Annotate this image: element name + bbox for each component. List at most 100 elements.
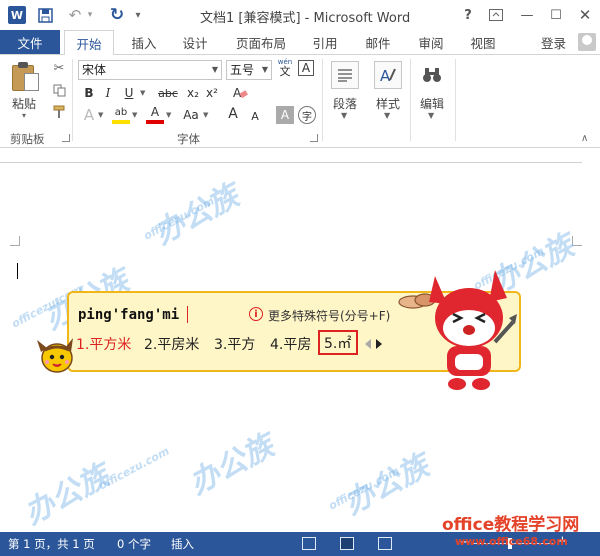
paragraph-button[interactable]: 段落 ▼: [325, 57, 365, 127]
tab-references[interactable]: 引用: [311, 30, 339, 54]
print-layout-icon[interactable]: [340, 537, 354, 550]
chevron-down-icon[interactable]: ▼: [262, 61, 268, 79]
copy-icon[interactable]: [50, 81, 68, 99]
underline-button[interactable]: U: [120, 84, 138, 102]
clipboard-launcher-icon[interactable]: [62, 134, 70, 142]
paragraph-label: 段落: [332, 97, 357, 111]
font-group-label: 字体: [177, 132, 200, 146]
close-button[interactable]: ✕: [574, 4, 596, 26]
avatar[interactable]: [578, 33, 596, 51]
window-title: 文档1 [兼容模式] - Microsoft Word: [200, 11, 411, 26]
chevron-down-icon[interactable]: ▼: [428, 111, 434, 120]
font-name-combo[interactable]: 宋体 ▼: [78, 60, 222, 80]
chevron-down-icon[interactable]: ▼: [140, 89, 145, 97]
change-case-button[interactable]: Aa: [180, 106, 202, 124]
group-divider: [72, 59, 73, 141]
highlight-button[interactable]: ab: [112, 104, 130, 124]
undo-icon[interactable]: ↶: [66, 6, 84, 24]
phonetic-guide-button[interactable]: wén 文: [276, 58, 294, 78]
clipboard-group-label: 剪贴板: [10, 132, 45, 146]
margin-corner-mark: [572, 236, 582, 246]
customize-quick-access-icon[interactable]: ▾: [132, 6, 144, 24]
redo-icon[interactable]: ↻: [108, 5, 126, 25]
format-painter-icon[interactable]: [50, 103, 68, 121]
login-link[interactable]: 登录: [541, 33, 566, 52]
text-caret: [17, 263, 18, 279]
minimize-button[interactable]: —: [516, 4, 538, 26]
web-layout-icon[interactable]: [378, 537, 392, 550]
title-bar: W ↶ ▾ ↻ ▾ 文档1 [兼容模式] - Microsoft Word ? …: [0, 0, 600, 30]
info-icon: i: [249, 307, 263, 321]
shrink-font-button[interactable]: A: [246, 107, 264, 125]
strikethrough-button[interactable]: abc: [156, 84, 180, 102]
ribbon-home: 粘贴 ▾ ✂ 剪贴板 宋体 ▼ 五号 ▼ wén 文 A B I U ▼ abc…: [0, 54, 600, 148]
enclose-characters-button[interactable]: 字: [298, 106, 316, 124]
bold-button[interactable]: B: [80, 84, 98, 102]
ime-prev-page-icon[interactable]: [365, 339, 371, 349]
tab-design[interactable]: 设计: [181, 30, 209, 54]
font-color-button[interactable]: A: [146, 104, 164, 124]
collapse-ribbon-icon[interactable]: ∧: [581, 133, 588, 144]
chevron-down-icon[interactable]: ▼: [203, 111, 208, 119]
clear-formatting-icon[interactable]: A: [231, 84, 249, 102]
ime-candidate-5[interactable]: 5.㎡: [318, 330, 358, 355]
tab-mailings[interactable]: 邮件: [364, 30, 392, 54]
ime-special-symbol-hint[interactable]: 更多特殊符号(分号+F): [268, 307, 390, 324]
ime-pinyin-input: ping'fang'mi: [78, 307, 180, 323]
chevron-down-icon[interactable]: ▼: [132, 111, 137, 119]
font-size-value: 五号: [230, 63, 255, 77]
tab-review[interactable]: 审阅: [417, 30, 445, 54]
font-name-value: 宋体: [82, 63, 107, 77]
paste-dropdown-icon[interactable]: ▾: [22, 111, 26, 120]
text-effects-button[interactable]: A: [80, 106, 98, 124]
paste-icon[interactable]: [12, 61, 40, 93]
chevron-down-icon[interactable]: ▼: [98, 111, 103, 119]
chevron-down-icon[interactable]: ▼: [384, 111, 390, 120]
tab-file[interactable]: 文件: [0, 30, 60, 54]
italic-button[interactable]: I: [99, 84, 117, 102]
ime-next-page-icon[interactable]: [376, 339, 382, 349]
chevron-down-icon[interactable]: ▼: [341, 111, 347, 120]
save-icon[interactable]: [36, 6, 54, 24]
word-window: W ↶ ▾ ↻ ▾ 文档1 [兼容模式] - Microsoft Word ? …: [0, 0, 600, 556]
word-count-status[interactable]: 0 个字: [117, 536, 151, 552]
help-button[interactable]: ?: [457, 4, 479, 26]
cut-icon[interactable]: ✂: [50, 59, 68, 77]
read-mode-icon[interactable]: [302, 537, 316, 550]
character-border-button[interactable]: A: [298, 60, 314, 76]
font-size-combo[interactable]: 五号 ▼: [226, 60, 272, 80]
ribbon-tabs: 文件 开始 插入 设计 页面布局 引用 邮件 审阅 视图 登录: [0, 30, 600, 55]
chevron-down-icon[interactable]: ▼: [212, 61, 218, 79]
tab-insert[interactable]: 插入: [130, 30, 158, 54]
styles-icon: A: [374, 61, 402, 89]
paste-button-label[interactable]: 粘贴: [12, 95, 36, 112]
undo-dropdown-icon[interactable]: ▾: [85, 6, 95, 24]
editing-label: 编辑: [419, 97, 444, 111]
ime-candidate-1[interactable]: 1.平方米: [76, 334, 131, 354]
ime-cursor: [187, 306, 188, 323]
tab-page-layout[interactable]: 页面布局: [234, 30, 288, 54]
chevron-down-icon[interactable]: ▼: [166, 111, 171, 119]
word-app-icon[interactable]: W: [8, 6, 26, 24]
grow-font-button[interactable]: A: [224, 105, 242, 123]
styles-button[interactable]: A 样式 ▼: [368, 57, 408, 127]
editing-button[interactable]: 编辑 ▼: [412, 57, 452, 127]
ime-candidate-2[interactable]: 2.平房米: [144, 334, 199, 354]
ribbon-display-options-icon[interactable]: [485, 4, 507, 26]
maximize-button[interactable]: ☐: [545, 4, 567, 26]
ime-candidate-4[interactable]: 4.平房: [270, 334, 311, 354]
tab-home[interactable]: 开始: [64, 30, 114, 55]
phonetic-bottom: 文: [279, 65, 291, 78]
group-divider: [455, 59, 456, 141]
ime-candidate-3[interactable]: 3.平方: [214, 334, 255, 354]
page-count-status[interactable]: 第 1 页，共 1 页: [8, 536, 95, 552]
insert-mode-status[interactable]: 插入: [171, 536, 194, 552]
superscript-button[interactable]: x²: [203, 84, 221, 102]
paragraph-icon: [331, 61, 359, 89]
character-shading-button[interactable]: A: [276, 106, 294, 124]
fox-mascot-icon: [398, 270, 517, 390]
font-launcher-icon[interactable]: [310, 134, 318, 142]
page-top-edge: [0, 162, 582, 163]
subscript-button[interactable]: x₂: [184, 84, 202, 102]
tab-view[interactable]: 视图: [469, 30, 497, 54]
